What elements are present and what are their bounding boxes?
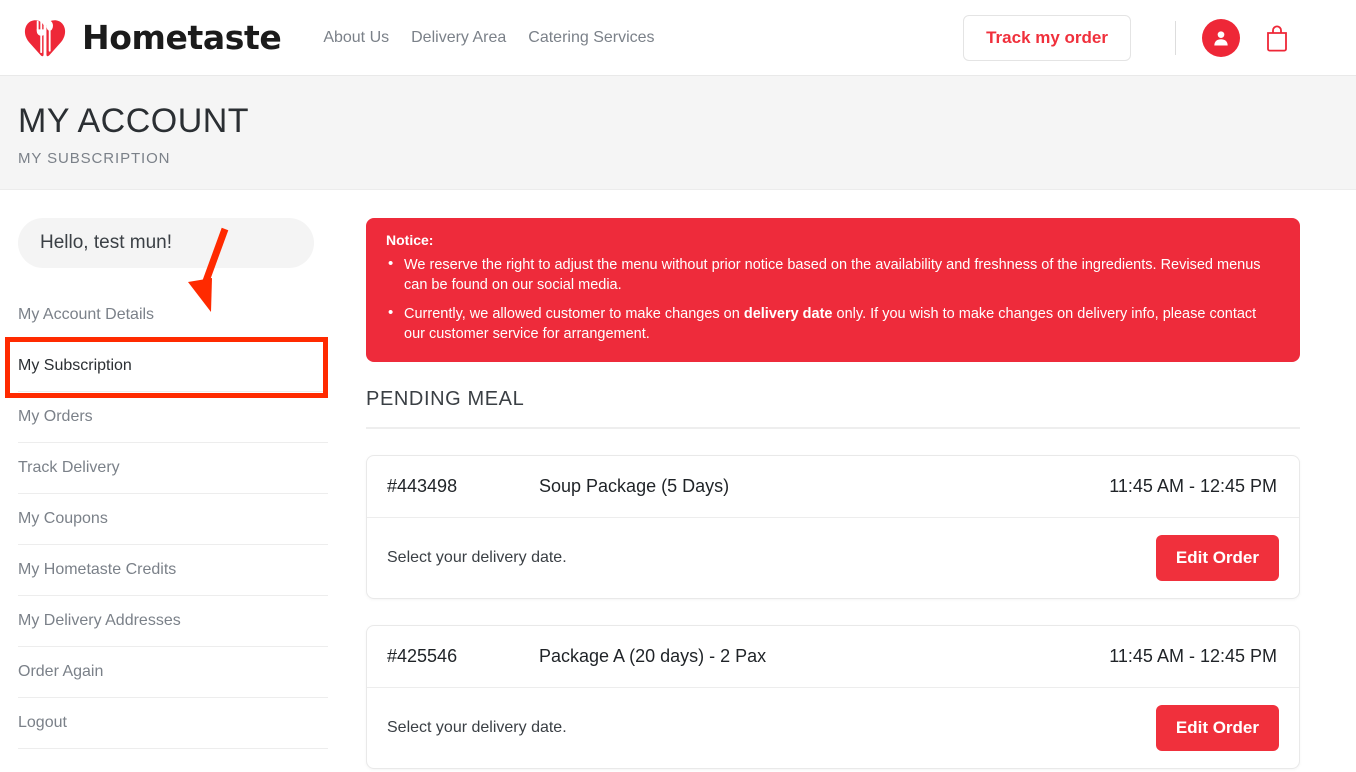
notice-bullet-text-bold: delivery date [743, 306, 833, 322]
order-id: #443498 [387, 476, 458, 496]
header-divider [1175, 20, 1176, 55]
shopping-bag-icon[interactable] [1262, 22, 1292, 54]
order-summary-row: #443498 Soup Package (5 Days) 11:45 AM -… [367, 456, 1299, 518]
sidebar-item-my-account-details[interactable]: My Account Details [18, 290, 328, 341]
brand-logo-link[interactable]: Hometaste [22, 15, 282, 61]
heart-fork-spoon-logo-icon [22, 15, 68, 61]
sidebar-item-my-delivery-addresses[interactable]: My Delivery Addresses [18, 596, 328, 647]
sidebar-item-track-delivery[interactable]: Track Delivery [18, 443, 328, 494]
account-menu: My Account Details My Subscription My Or… [18, 290, 330, 749]
user-avatar-icon[interactable] [1202, 18, 1240, 57]
notice-bullet-list: We reserve the right to adjust the menu … [386, 254, 1280, 344]
order-card: #425546 Package A (20 days) - 2 Pax 11:4… [366, 625, 1300, 769]
edit-order-button[interactable]: Edit Order [1155, 705, 1279, 751]
site-header: Hometaste About Us Delivery Area Caterin… [0, 0, 1356, 76]
notice-title: Notice: [386, 232, 434, 248]
user-greeting: Hello, test mun! [18, 218, 314, 268]
page-title-band: MY ACCOUNT MY SUBSCRIPTION [0, 76, 1356, 190]
order-card: #443498 Soup Package (5 Days) 11:45 AM -… [366, 455, 1300, 599]
sidebar-item-my-coupons[interactable]: My Coupons [18, 494, 328, 545]
nav-item-about-us[interactable]: About Us [321, 25, 391, 51]
page-title: MY ACCOUNT [18, 102, 250, 140]
nav-item-catering-services[interactable]: Catering Services [526, 25, 656, 51]
order-action-row: Select your delivery date. Edit Order [367, 518, 1299, 598]
order-action-row: Select your delivery date. Edit Order [367, 688, 1299, 768]
account-sidebar: Hello, test mun! My Account Details My S… [0, 218, 330, 769]
order-delivery-window: 11:45 AM - 12:45 PM [1109, 646, 1277, 666]
main-navigation: About Us Delivery Area Catering Services [321, 25, 656, 51]
sidebar-item-order-again[interactable]: Order Again [18, 647, 328, 698]
sidebar-item-my-subscription[interactable]: My Subscription [18, 341, 328, 392]
sidebar-item-my-orders[interactable]: My Orders [18, 392, 328, 443]
brand-name: Hometaste [82, 18, 282, 57]
order-delivery-window: 11:45 AM - 12:45 PM [1109, 476, 1277, 496]
nav-item-delivery-area[interactable]: Delivery Area [409, 25, 508, 51]
header-actions: Track my order [963, 14, 1340, 61]
order-summary-row: #425546 Package A (20 days) - 2 Pax 11:4… [367, 626, 1299, 688]
page-subtitle: MY SUBSCRIPTION [18, 150, 171, 168]
order-package-name: Package A (20 days) - 2 Pax [539, 646, 767, 666]
order-note: Select your delivery date. [387, 719, 567, 736]
notice-bullet-text-pre: Currently, we allowed customer to make c… [404, 306, 744, 322]
notice-bullet-item: Currently, we allowed customer to make c… [386, 303, 1280, 344]
order-note: Select your delivery date. [387, 549, 567, 566]
order-package-name: Soup Package (5 Days) [539, 476, 730, 496]
pending-meal-heading: PENDING MEAL [366, 388, 1300, 429]
page-body: Hello, test mun! My Account Details My S… [0, 190, 1356, 769]
notice-bullet-text: We reserve the right to adjust the menu … [404, 257, 1261, 293]
notice-banner: Notice: We reserve the right to adjust t… [366, 218, 1300, 362]
order-id: #425546 [387, 646, 458, 666]
track-my-order-button[interactable]: Track my order [963, 14, 1131, 61]
subscription-content: Notice: We reserve the right to adjust t… [330, 218, 1356, 769]
edit-order-button[interactable]: Edit Order [1155, 535, 1279, 581]
sidebar-item-logout[interactable]: Logout [18, 698, 328, 749]
sidebar-item-my-hometaste-credits[interactable]: My Hometaste Credits [18, 545, 328, 596]
notice-bullet-item: We reserve the right to adjust the menu … [386, 254, 1280, 295]
